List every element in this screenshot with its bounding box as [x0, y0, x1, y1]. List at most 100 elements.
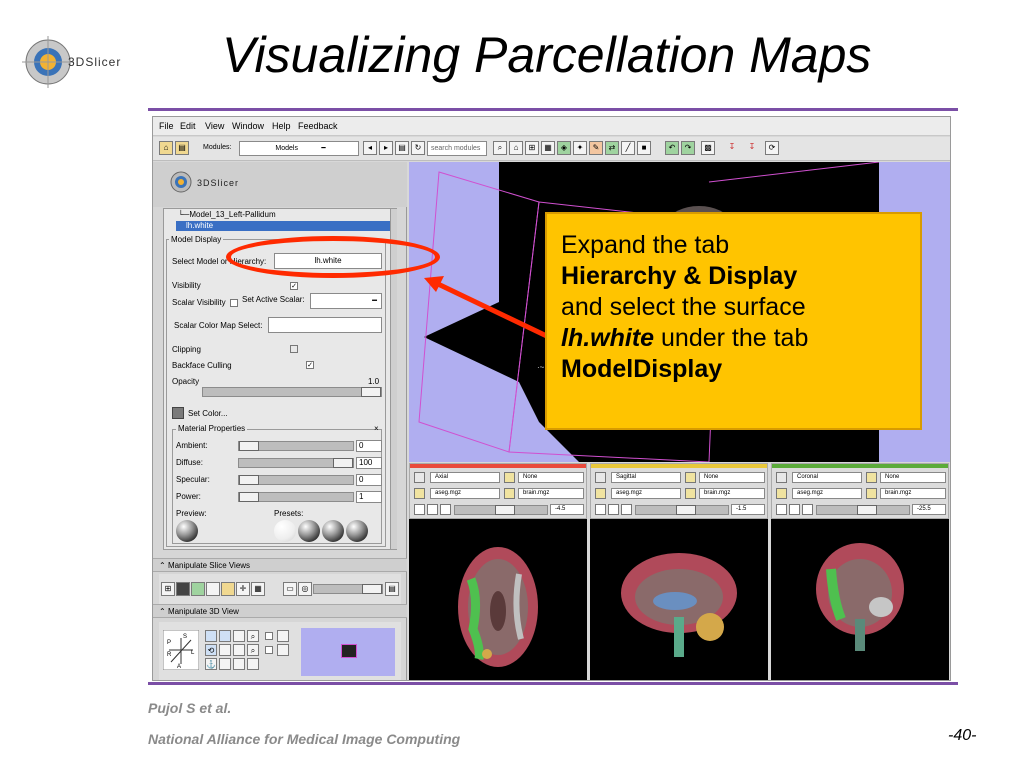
- slice-level-icon[interactable]: ◎: [298, 582, 312, 596]
- slice-opacity-icon[interactable]: [621, 504, 632, 515]
- module-list-icon[interactable]: ▤: [395, 141, 409, 155]
- diffuse-value[interactable]: 100: [356, 457, 382, 469]
- view3d-thumbnail[interactable]: [301, 628, 395, 676]
- power-slider-thumb[interactable]: [239, 492, 259, 502]
- coronal-orientation-select[interactable]: Coronal: [792, 472, 862, 483]
- axial-background-select[interactable]: brain.mgz: [518, 488, 584, 499]
- color-swatch[interactable]: [172, 407, 184, 419]
- preset-sphere-2[interactable]: [298, 520, 320, 542]
- view-zoom-out-icon[interactable]: ⌕: [247, 644, 259, 656]
- view-axis-icon[interactable]: [205, 630, 217, 642]
- transforms-icon[interactable]: ⇄: [605, 141, 619, 155]
- measure-icon[interactable]: ╱: [621, 141, 635, 155]
- layout-icon[interactable]: ■: [637, 141, 651, 155]
- slice-dark-icon[interactable]: [176, 582, 190, 596]
- slice-opacity-icon[interactable]: [802, 504, 813, 515]
- axial-offset-slider[interactable]: [454, 505, 548, 515]
- place-icon[interactable]: ↧: [745, 141, 759, 155]
- power-slider[interactable]: [238, 492, 354, 502]
- manipulate-slice-header[interactable]: ⌃ Manipulate Slice Views: [153, 558, 407, 572]
- sagittal-orientation-select[interactable]: Sagittal: [611, 472, 681, 483]
- visibility-checkbox[interactable]: ✓: [290, 282, 298, 290]
- coronal-foreground-select[interactable]: None: [880, 472, 946, 483]
- specular-slider-thumb[interactable]: [239, 475, 259, 485]
- specular-value[interactable]: 0: [356, 474, 382, 486]
- data-icon[interactable]: ⊞: [525, 141, 539, 155]
- view-box-icon[interactable]: [219, 644, 231, 656]
- home-icon[interactable]: ⌂: [159, 141, 173, 155]
- slice-link-icon[interactable]: [776, 504, 787, 515]
- sagittal-offset-value[interactable]: -1.5: [731, 504, 765, 515]
- fiducials-icon[interactable]: ✦: [573, 141, 587, 155]
- close-icon[interactable]: ×: [374, 424, 379, 433]
- editor-icon[interactable]: ✎: [589, 141, 603, 155]
- slice-menu-icon[interactable]: [595, 472, 606, 483]
- backface-culling-checkbox[interactable]: ✓: [306, 361, 314, 369]
- slice-menu-icon[interactable]: [776, 472, 787, 483]
- slice-visibility-icon[interactable]: [427, 504, 438, 515]
- coronal-offset-value[interactable]: -25.5: [912, 504, 946, 515]
- foreground-icon[interactable]: [504, 472, 515, 483]
- background-icon[interactable]: [866, 488, 877, 499]
- label-icon[interactable]: [776, 488, 787, 499]
- foreground-icon[interactable]: [685, 472, 696, 483]
- slice-link-icon[interactable]: [414, 504, 425, 515]
- view-spin-icon[interactable]: [277, 630, 289, 642]
- slice-opacity-slider-thumb[interactable]: [362, 584, 382, 594]
- slice-grid-icon[interactable]: ▦: [251, 582, 265, 596]
- menu-help[interactable]: Help: [272, 121, 291, 131]
- manipulate-3d-header[interactable]: ⌃ Manipulate 3D View: [153, 604, 407, 618]
- slice-link-icon[interactable]: [191, 582, 205, 596]
- grid-icon[interactable]: ▩: [701, 141, 715, 155]
- coronal-label-select[interactable]: aseg.mgz: [792, 488, 862, 499]
- label-icon[interactable]: [595, 488, 606, 499]
- slice-opacity-slider[interactable]: [313, 584, 383, 594]
- menu-feedback[interactable]: Feedback: [298, 121, 338, 131]
- module-selector[interactable]: Models ━: [239, 141, 359, 156]
- axial-offset-thumb[interactable]: [495, 505, 515, 515]
- slice-opacity-icon[interactable]: [440, 504, 451, 515]
- power-value[interactable]: 1: [356, 491, 382, 503]
- menu-file[interactable]: File: [159, 121, 174, 131]
- orientation-widget-icon[interactable]: P S R L A: [163, 630, 199, 670]
- slice-link-icon[interactable]: [595, 504, 606, 515]
- view-reset-icon[interactable]: ⟲: [205, 644, 217, 656]
- rotate-icon[interactable]: ⟳: [765, 141, 779, 155]
- sagittal-foreground-select[interactable]: None: [699, 472, 765, 483]
- view-camera-icon[interactable]: [233, 644, 245, 656]
- module-back-icon[interactable]: ◂: [363, 141, 377, 155]
- foreground-icon[interactable]: [866, 472, 877, 483]
- pointer-icon[interactable]: ↧: [725, 141, 739, 155]
- redo-icon[interactable]: ↷: [681, 141, 695, 155]
- coronal-offset-thumb[interactable]: [857, 505, 877, 515]
- models-icon[interactable]: ◈: [557, 141, 571, 155]
- slice-visibility-icon[interactable]: [608, 504, 619, 515]
- module-forward-icon[interactable]: ▸: [379, 141, 393, 155]
- slice-color-icon[interactable]: [221, 582, 235, 596]
- view-eye-icon[interactable]: [219, 658, 231, 670]
- axial-offset-value[interactable]: -4.5: [550, 504, 584, 515]
- load-icon[interactable]: ▤: [175, 141, 189, 155]
- ambient-value[interactable]: 0: [356, 440, 382, 452]
- slice-window-icon[interactable]: ▭: [283, 582, 297, 596]
- opacity-slider-thumb[interactable]: [361, 387, 381, 397]
- slice-cross-icon[interactable]: ✛: [236, 582, 250, 596]
- background-icon[interactable]: [504, 488, 515, 499]
- module-search-input[interactable]: search modules: [427, 141, 487, 156]
- view-record-icon[interactable]: [247, 658, 259, 670]
- slice-visibility-icon[interactable]: [789, 504, 800, 515]
- ambient-slider-thumb[interactable]: [239, 441, 259, 451]
- menu-view[interactable]: View: [205, 121, 224, 131]
- label-icon[interactable]: [414, 488, 425, 499]
- clipping-checkbox[interactable]: [290, 345, 298, 353]
- search-icon[interactable]: ⌕: [493, 141, 507, 155]
- coronal-background-select[interactable]: brain.mgz: [880, 488, 946, 499]
- ambient-slider[interactable]: [238, 441, 354, 451]
- sagittal-label-select[interactable]: aseg.mgz: [611, 488, 681, 499]
- preset-sphere-1[interactable]: [274, 520, 296, 542]
- scalar-visibility-checkbox[interactable]: [230, 299, 238, 307]
- menu-window[interactable]: Window: [232, 121, 264, 131]
- view-rock-icon[interactable]: [277, 644, 289, 656]
- view-magnify-icon[interactable]: ⌕: [247, 630, 259, 642]
- tree-item-selected[interactable]: lh.white: [176, 221, 390, 231]
